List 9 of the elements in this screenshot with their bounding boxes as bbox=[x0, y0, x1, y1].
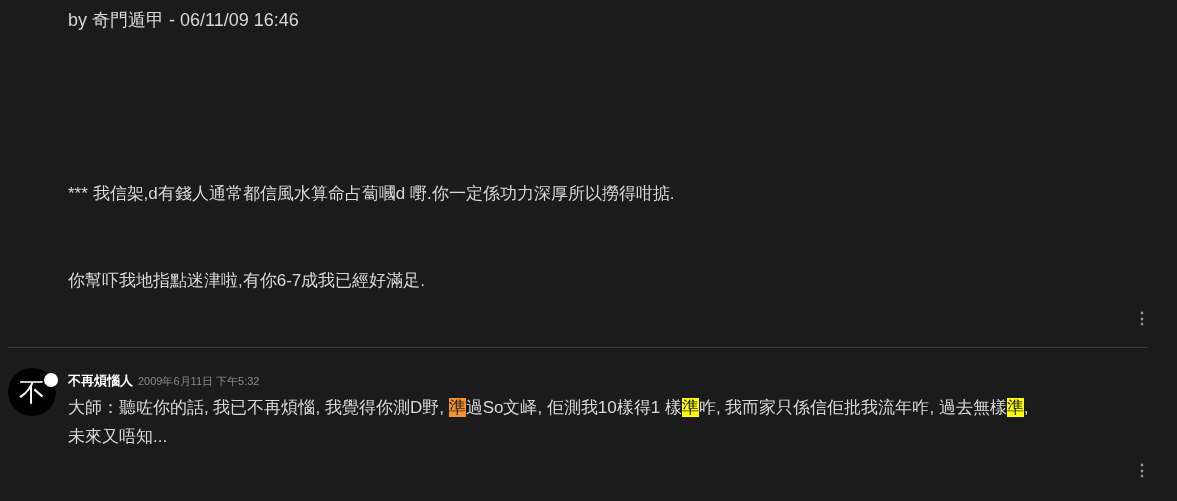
more-menu-button[interactable]: ⋮ bbox=[1134, 311, 1148, 327]
byline: by 奇門遁甲 - 06/11/09 16:46 bbox=[68, 9, 299, 32]
avatar: 不 bbox=[8, 368, 56, 416]
more-menu-button[interactable]: ⋮ bbox=[1134, 462, 1148, 479]
comment-text: 大師：聽咗你的話, 我已不再煩惱, 我覺得你測D野, 準過So文峄, 佢測我10樣得1 樣準咋, 我而家只係信佢批我流年咋, 過去無樣準, 未來又唔知... bbox=[68, 396, 1029, 448]
post-paragraph: *** 我信架,d有錢人通常都信風水算命占蔔嘓d 嘢.你一定係功力深厚所以撈得咁掂. bbox=[68, 183, 675, 205]
comment-date: 2009年6月11日 下午5:32 bbox=[138, 374, 260, 389]
author-name[interactable]: 不再煩惱人 bbox=[68, 371, 133, 391]
post-paragraph: 你幫吓我地指點迷津啦,有你6-7成我已經好滿足. bbox=[68, 270, 426, 292]
